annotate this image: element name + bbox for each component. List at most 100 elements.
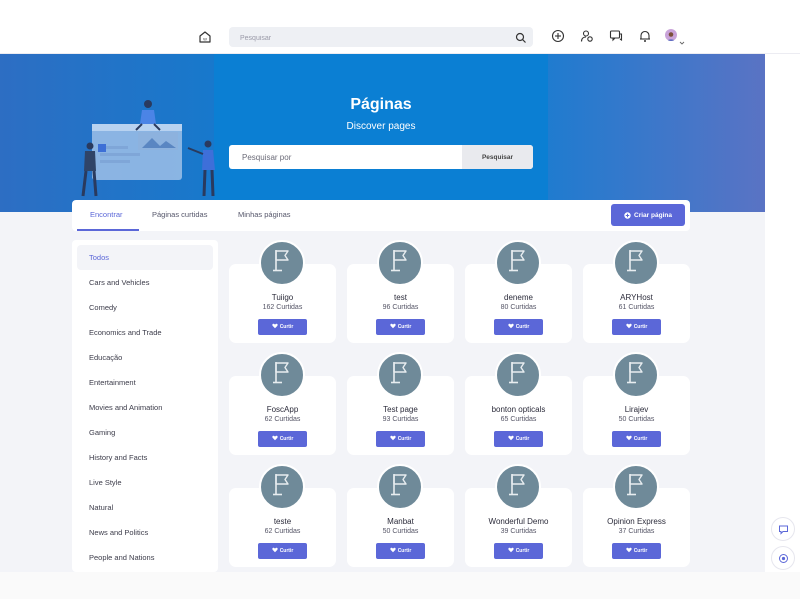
page-avatar[interactable] (259, 240, 305, 286)
heart-icon (626, 323, 632, 331)
heart-icon (626, 547, 632, 555)
page-avatar[interactable] (495, 464, 541, 510)
page-avatar[interactable] (613, 240, 659, 286)
page-card[interactable]: FoscApp 62 Curtidas Curtir (229, 352, 336, 455)
page-card[interactable]: ARYHost 61 Curtidas Curtir (583, 240, 690, 343)
category-item[interactable]: Economics and Trade (77, 320, 213, 345)
hero-center-band (214, 54, 548, 212)
page-card[interactable]: bonton opticals 65 Curtidas Curtir (465, 352, 572, 455)
page-avatar[interactable] (613, 464, 659, 510)
tab-encontrar[interactable]: Encontrar (90, 210, 123, 219)
category-item[interactable]: Gaming (77, 420, 213, 445)
page-avatar[interactable] (613, 352, 659, 398)
page-card[interactable]: test 96 Curtidas Curtir (347, 240, 454, 343)
category-item[interactable]: Movies and Animation (77, 395, 213, 420)
page-name[interactable]: Opinion Express (583, 517, 690, 526)
like-button[interactable]: Curtir (612, 543, 661, 559)
category-item[interactable]: Entertainment (77, 370, 213, 395)
category-item[interactable]: Live Style (77, 470, 213, 495)
home-icon[interactable]: W (197, 29, 213, 45)
flag-icon (389, 360, 411, 391)
heart-icon (272, 323, 278, 331)
like-button[interactable]: Curtir (494, 543, 543, 559)
hero-search-button[interactable]: Pesquisar (462, 145, 533, 169)
hero-search-input[interactable] (229, 145, 461, 169)
top-bar: W (0, 0, 800, 54)
like-button[interactable]: Curtir (376, 543, 425, 559)
like-button[interactable]: Curtir (494, 319, 543, 335)
chat-icon[interactable] (609, 29, 623, 43)
page-name[interactable]: test (347, 293, 454, 302)
search-input[interactable] (229, 28, 499, 49)
plus-circle-icon (624, 211, 631, 219)
page-avatar[interactable] (377, 240, 423, 286)
like-button-label: Curtir (279, 548, 294, 554)
page-name[interactable]: FoscApp (229, 405, 336, 414)
like-button[interactable]: Curtir (258, 319, 307, 335)
page-name[interactable]: teste (229, 517, 336, 526)
page-name[interactable]: Manbat (347, 517, 454, 526)
page-likes-count: 80 Curtidas (500, 304, 537, 311)
tab-paginas-curtidas[interactable]: Páginas curtidas (152, 210, 207, 219)
page-card[interactable]: deneme 80 Curtidas Curtir (465, 240, 572, 343)
page-avatar[interactable] (259, 352, 305, 398)
heart-icon (390, 323, 396, 331)
like-button-label: Curtir (279, 436, 294, 442)
like-button[interactable]: Curtir (258, 431, 307, 447)
user-settings-icon[interactable] (580, 29, 594, 43)
category-item[interactable]: Natural (77, 495, 213, 520)
like-button[interactable]: Curtir (494, 431, 543, 447)
like-button-label: Curtir (397, 436, 412, 442)
avatar[interactable] (665, 29, 677, 41)
page-avatar[interactable] (495, 352, 541, 398)
page-card[interactable]: Opinion Express 37 Curtidas Curtir (583, 464, 690, 567)
page-name[interactable]: ARYHost (583, 293, 690, 302)
page-name[interactable]: Wonderful Demo (465, 517, 572, 526)
page-subtitle: Discover pages (346, 121, 416, 132)
category-item[interactable]: News and Politics (77, 520, 213, 545)
bottom-strip (0, 572, 800, 599)
page-avatar[interactable] (495, 240, 541, 286)
page-card[interactable]: Lirajev 50 Curtidas Curtir (583, 352, 690, 455)
page-name[interactable]: Lirajev (583, 405, 690, 414)
page-name[interactable]: deneme (465, 293, 572, 302)
like-button[interactable]: Curtir (258, 543, 307, 559)
tab-minhas-paginas[interactable]: Minhas páginas (238, 210, 291, 219)
category-item[interactable]: Educação (77, 345, 213, 370)
page-avatar[interactable] (377, 464, 423, 510)
like-button[interactable]: Curtir (612, 319, 661, 335)
page-avatar[interactable] (259, 464, 305, 510)
heart-icon (272, 547, 278, 555)
settings-float-button[interactable] (771, 546, 795, 570)
page-likes-count: 162 Curtidas (262, 304, 303, 311)
like-button[interactable]: Curtir (376, 431, 425, 447)
hero-search-bar: Pesquisar (229, 145, 533, 169)
page-card[interactable]: Wonderful Demo 39 Curtidas Curtir (465, 464, 572, 567)
caret-down-icon[interactable] (679, 33, 685, 45)
search-icon[interactable] (515, 31, 527, 43)
page-name[interactable]: Test page (347, 405, 454, 414)
hero-banner: Páginas Discover pages Pesquisar (0, 54, 765, 212)
page-card[interactable]: teste 62 Curtidas Curtir (229, 464, 336, 567)
page-card[interactable]: Manbat 50 Curtidas Curtir (347, 464, 454, 567)
like-button[interactable]: Curtir (612, 431, 661, 447)
chat-float-button[interactable] (771, 517, 795, 541)
category-item[interactable]: History and Facts (77, 445, 213, 470)
page-name[interactable]: Tuiigo (229, 293, 336, 302)
page-card[interactable]: Test page 93 Curtidas Curtir (347, 352, 454, 455)
page-card[interactable]: Tuiigo 162 Curtidas Curtir (229, 240, 336, 343)
create-page-button[interactable]: Criar página (611, 204, 685, 226)
plus-circle-icon[interactable] (551, 29, 565, 43)
category-item[interactable]: Todos (77, 245, 213, 270)
category-item[interactable]: People and Nations (77, 545, 213, 570)
category-item[interactable]: Cars and Vehicles (77, 270, 213, 295)
page-avatar[interactable] (377, 352, 423, 398)
category-item[interactable]: Comedy (77, 295, 213, 320)
page-likes-count: 96 Curtidas (382, 304, 419, 311)
flag-icon (271, 248, 293, 279)
bell-icon[interactable] (638, 29, 652, 43)
target-icon (778, 553, 788, 563)
like-button[interactable]: Curtir (376, 319, 425, 335)
page-likes-count: 93 Curtidas (382, 416, 419, 423)
page-name[interactable]: bonton opticals (465, 405, 572, 414)
